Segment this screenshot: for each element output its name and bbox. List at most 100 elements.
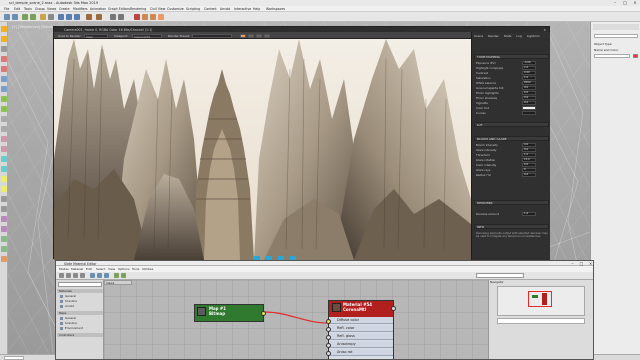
tool-icon-7[interactable] [1, 86, 7, 92]
param-value[interactable]: 0.0 [522, 91, 536, 95]
move-children-icon[interactable] [90, 273, 95, 278]
denoiser-section[interactable]: DENOISER [474, 200, 549, 205]
snap-icon[interactable] [86, 14, 92, 20]
slate-menu-material[interactable]: Material [71, 267, 83, 271]
tool-icon-8[interactable] [1, 96, 7, 102]
param-value[interactable]: 0.0 [522, 86, 536, 90]
command-panel-tabs[interactable] [593, 24, 639, 30]
rotate-icon[interactable] [66, 14, 72, 20]
navigator-preview[interactable] [497, 286, 585, 316]
material-output-socket[interactable] [391, 306, 396, 311]
param-value[interactable]: 0.0 [522, 173, 536, 177]
render-setup-icon[interactable] [142, 14, 148, 20]
close-icon[interactable]: × [543, 28, 546, 32]
slot-refl-gloss[interactable]: Refl. gloss [329, 333, 393, 340]
menu-scripting[interactable]: Scripting [186, 7, 200, 11]
clear-image-icon[interactable] [264, 33, 270, 38]
menu-customize[interactable]: Customize [167, 7, 184, 11]
menu-content[interactable]: Content [204, 7, 217, 11]
tool-icon-17[interactable] [1, 186, 7, 192]
tone-mapping-section[interactable]: TONE MAPPING [474, 54, 549, 59]
object-type-rollout[interactable]: Object Type [594, 42, 638, 46]
tool-icon-22[interactable] [1, 236, 7, 242]
move-icon[interactable] [58, 14, 64, 20]
node-view[interactable]: View1 Map #1 Bitmap Material #54 CoronaM… [104, 280, 488, 359]
hide-unused-icon[interactable] [97, 273, 102, 278]
param-value[interactable]: -0.06 [522, 61, 536, 65]
maxscript-listener-field[interactable] [4, 356, 24, 360]
assign-material-icon[interactable] [73, 273, 78, 278]
tab-stats[interactable]: Stats [504, 34, 512, 38]
select-by-name-icon[interactable] [48, 14, 54, 20]
browser-search-input[interactable] [58, 282, 102, 287]
diffuse-input-socket[interactable] [326, 319, 331, 324]
param-value[interactable]: 0.0 [522, 163, 536, 167]
viewport-select[interactable]: Camera001 [132, 33, 162, 39]
menu-group[interactable]: Group [35, 7, 45, 11]
menu-animation[interactable]: Animation [90, 7, 106, 11]
bitmap-output-socket[interactable] [261, 311, 266, 316]
refl-color-input-socket[interactable] [326, 327, 331, 332]
layout-all-icon[interactable] [114, 273, 119, 278]
browser-group-controllers[interactable]: Controllers [57, 333, 103, 337]
browser-item[interactable]: General [60, 316, 102, 320]
scale-icon[interactable] [74, 14, 80, 20]
pick-material-icon[interactable] [59, 273, 64, 278]
link-icon[interactable] [22, 14, 28, 20]
menu-views[interactable]: Views [47, 7, 56, 11]
menu-tools[interactable]: Tools [24, 7, 32, 11]
tool-icon-16[interactable] [1, 176, 7, 182]
browser-item[interactable]: Arnold [60, 304, 102, 308]
tool-icon-12[interactable] [1, 136, 7, 142]
tool-icon-2[interactable] [1, 36, 7, 42]
align-icon[interactable] [118, 14, 124, 20]
browser-item[interactable]: Scanline [60, 321, 102, 325]
menu-help[interactable]: Help [253, 7, 260, 11]
render-frame-icon[interactable] [150, 14, 156, 20]
object-name-field[interactable] [594, 54, 630, 58]
save-image-icon[interactable] [248, 33, 254, 38]
slot-refl-color[interactable]: Refl. color [329, 325, 393, 332]
slate-menu-options[interactable]: Options [118, 267, 130, 271]
browser-item[interactable]: Environment [60, 326, 102, 330]
parameter-editor-field[interactable] [497, 318, 585, 324]
tool-icon-20[interactable] [1, 216, 7, 222]
tool-icon-14[interactable] [1, 156, 7, 162]
delete-icon[interactable] [80, 273, 85, 278]
param-value[interactable]: 0.0 [522, 143, 536, 147]
param-value[interactable]: 0.0 [522, 96, 536, 100]
tool-icon-5[interactable] [1, 66, 7, 72]
curves-button[interactable] [522, 111, 536, 115]
tool-icon-21[interactable] [1, 226, 7, 232]
unlink-icon[interactable] [30, 14, 36, 20]
menu-interactive[interactable]: Interactive [234, 7, 251, 11]
tool-icon-24[interactable] [1, 256, 7, 262]
name-color-rollout[interactable]: Name and Color [594, 48, 638, 52]
bitmap-node[interactable]: Map #1 Bitmap [194, 304, 266, 322]
tool-icon-19[interactable] [1, 206, 7, 212]
slate-menu-edit[interactable]: Edit [86, 267, 92, 271]
color-tint-swatch[interactable] [522, 106, 536, 110]
mirror-icon[interactable] [110, 14, 116, 20]
param-value[interactable]: 6 [522, 168, 536, 172]
slate-menu-tools[interactable]: Tools [132, 267, 139, 271]
slot-anisotropy[interactable]: Anisotropy [329, 341, 393, 348]
anisotropy-input-socket[interactable] [326, 343, 331, 348]
tool-icon-13[interactable] [1, 146, 7, 152]
menu-modifiers[interactable]: Modifiers [73, 7, 88, 11]
render-button[interactable] [240, 33, 246, 38]
object-color-swatch[interactable] [633, 54, 638, 58]
tool-icon-3[interactable] [1, 46, 7, 52]
tool-icon-15[interactable] [1, 166, 7, 172]
tool-icon-23[interactable] [1, 246, 7, 252]
param-value[interactable]: 1.0 [522, 212, 536, 216]
show-map-icon[interactable] [104, 273, 109, 278]
param-value[interactable]: 1.0 [522, 76, 536, 80]
info-section[interactable]: INFO [474, 224, 549, 229]
slate-menu-utilities[interactable]: Utilities [142, 267, 153, 271]
tool-icon-11[interactable] [1, 126, 7, 132]
render-preset-select[interactable] [192, 33, 232, 38]
browser-group-maps[interactable]: Maps [57, 311, 103, 315]
tool-icon-4[interactable] [1, 56, 7, 62]
tool-icon-18[interactable] [1, 196, 7, 202]
